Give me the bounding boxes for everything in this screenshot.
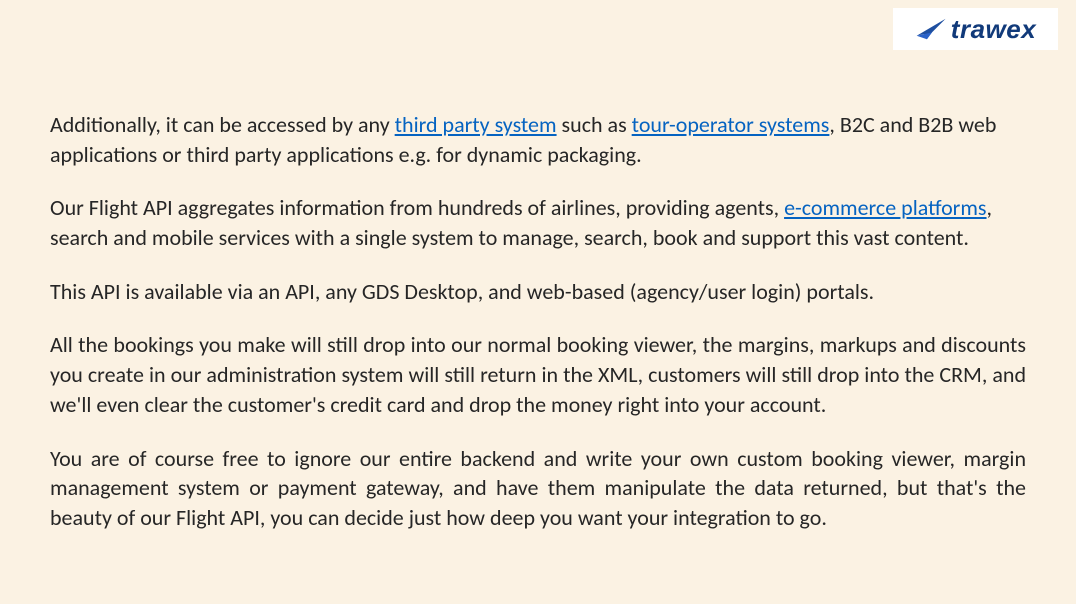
brand-wordmark: trawex: [951, 16, 1036, 42]
paper-plane-icon: [915, 15, 949, 43]
inline-link[interactable]: third party system: [395, 111, 557, 138]
paragraph: You are of course free to ignore our ent…: [50, 444, 1026, 533]
text-run: Our Flight API aggregates information fr…: [50, 194, 784, 221]
paragraph: Our Flight API aggregates information fr…: [50, 193, 1026, 252]
paragraph: This API is available via an API, any GD…: [50, 277, 1026, 307]
document-content: Additionally, it can be accessed by any …: [50, 110, 1026, 557]
paragraph: All the bookings you make will still dro…: [50, 330, 1026, 419]
paragraph: Additionally, it can be accessed by any …: [50, 110, 1026, 169]
text-run: All the bookings you make will still dro…: [50, 331, 1026, 417]
text-run: This API is available via an API, any GD…: [50, 278, 874, 305]
brand-logo: trawex: [893, 8, 1058, 50]
text-run: such as: [557, 111, 632, 138]
text-run: You are of course free to ignore our ent…: [50, 445, 1026, 531]
text-run: Additionally, it can be accessed by any: [50, 111, 395, 138]
inline-link[interactable]: tour-operator systems: [632, 111, 830, 138]
inline-link[interactable]: e-commerce platforms: [784, 194, 986, 221]
